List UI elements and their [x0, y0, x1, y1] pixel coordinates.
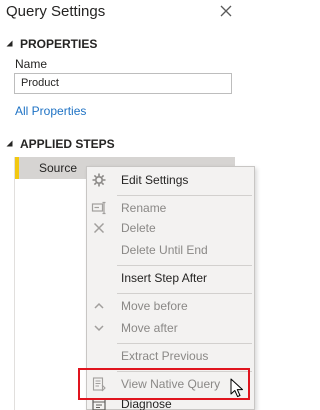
mouse-cursor-icon	[230, 378, 243, 398]
selected-step-indicator	[15, 157, 19, 179]
query-settings-panel: Query Settings PROPERTIES Name Product A…	[0, 0, 255, 410]
close-button[interactable]	[216, 1, 236, 21]
panel-title: Query Settings	[6, 3, 106, 20]
name-label: Name	[15, 57, 48, 71]
properties-heading: PROPERTIES	[20, 37, 98, 51]
menu-item-delete-until-end[interactable]: Delete Until End	[87, 239, 256, 261]
menu-item-label: Edit Settings	[121, 173, 189, 187]
menu-item-delete[interactable]: Delete	[87, 217, 256, 239]
collapse-caret-icon	[6, 40, 13, 47]
menu-item-label: Insert Step After	[121, 271, 208, 285]
applied-steps-section-toggle[interactable]: APPLIED STEPS	[6, 137, 115, 151]
menu-item-insert-step-after[interactable]: Insert Step After	[87, 267, 256, 289]
gear-icon	[92, 173, 106, 187]
menu-item-label: Move after	[121, 321, 178, 335]
menu-item-move-after[interactable]: Move after	[87, 317, 256, 339]
menu-item-label: Delete	[121, 221, 156, 235]
menu-item-label: Move before	[121, 299, 188, 313]
chevron-down-icon	[94, 325, 104, 332]
menu-item-edit-settings[interactable]: Edit Settings	[87, 169, 256, 191]
menu-separator	[117, 265, 252, 266]
menu-item-extract-previous[interactable]: Extract Previous	[87, 345, 256, 367]
properties-section-toggle[interactable]: PROPERTIES	[6, 37, 97, 51]
step-label: Source	[39, 161, 78, 175]
menu-item-label: Rename	[121, 201, 167, 215]
all-properties-link[interactable]: All Properties	[15, 104, 86, 118]
menu-item-label: Extract Previous	[121, 349, 209, 363]
rename-icon	[91, 201, 106, 215]
delete-x-icon	[93, 222, 105, 234]
chevron-up-icon	[94, 302, 104, 309]
menu-separator	[117, 343, 252, 344]
menu-item-move-before[interactable]: Move before	[87, 295, 256, 317]
highlight-annotation	[78, 368, 250, 400]
close-icon	[220, 5, 232, 17]
applied-steps-heading: APPLIED STEPS	[20, 137, 115, 151]
menu-separator	[117, 195, 252, 196]
menu-item-rename[interactable]: Rename	[87, 197, 256, 219]
menu-separator	[117, 293, 252, 294]
collapse-caret-icon	[6, 140, 13, 147]
name-field[interactable]: Product	[14, 73, 232, 94]
menu-item-label: Delete Until End	[121, 243, 208, 257]
